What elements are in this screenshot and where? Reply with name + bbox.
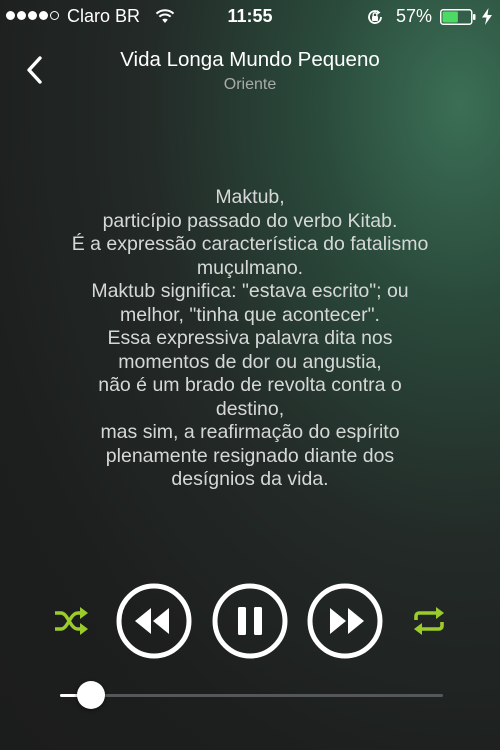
chevron-left-icon — [27, 56, 42, 84]
lyrics-line: Maktub, — [215, 186, 285, 208]
repeat-button[interactable] — [410, 605, 448, 637]
lyrics-line: mas sim, a reafirmação do espírito — [100, 421, 400, 443]
battery-percent: 57% — [396, 6, 433, 26]
rewind-icon — [135, 608, 169, 634]
lyrics-line: Maktub significa: "estava escrito"; ou — [91, 280, 409, 302]
lyrics-line: muçulmano. — [196, 256, 304, 279]
rotation-lock-icon — [368, 10, 382, 24]
lyrics-text: Maktub, particípio passado do verbo Kitab… — [24, 186, 476, 492]
charging-icon — [482, 8, 492, 25]
back-button[interactable] — [18, 52, 54, 88]
lyrics-line: desígnios da vida. — [171, 468, 329, 490]
pause-button[interactable] — [211, 582, 289, 660]
shuffle-button[interactable] — [53, 605, 89, 637]
shuffle-icon — [55, 611, 82, 631]
lyrics-line: não é um brado de revolta contra o — [98, 374, 402, 396]
lyrics-line: momentos de dor ou angustia, — [118, 350, 382, 373]
lyrics-line: particípio passado do verbo Kitab. — [102, 209, 398, 232]
lyrics-line: plenamente resignado diante dos — [105, 444, 395, 467]
lyrics-line: É a expressão característica do fatalism… — [71, 233, 429, 255]
repeat-icon — [414, 607, 444, 635]
artist-name: Oriente — [223, 76, 277, 93]
lyrics-line: melhor, "tinha que acontecer". — [120, 303, 380, 326]
previous-button[interactable] — [115, 582, 193, 660]
lyrics-line: Essa expressiva palavra dita nos — [107, 327, 393, 349]
next-button[interactable] — [306, 582, 384, 660]
lyrics-line: destino, — [215, 397, 285, 420]
pause-icon — [238, 607, 262, 635]
fast-forward-icon — [330, 608, 364, 634]
battery-icon — [440, 9, 476, 25]
progress-slider[interactable] — [60, 681, 443, 709]
progress-thumb[interactable] — [76, 681, 105, 709]
song-title: Vida Longa Mundo Pequeno — [120, 48, 380, 71]
status-bar: Claro BR 11:55 57% — [0, 0, 500, 34]
